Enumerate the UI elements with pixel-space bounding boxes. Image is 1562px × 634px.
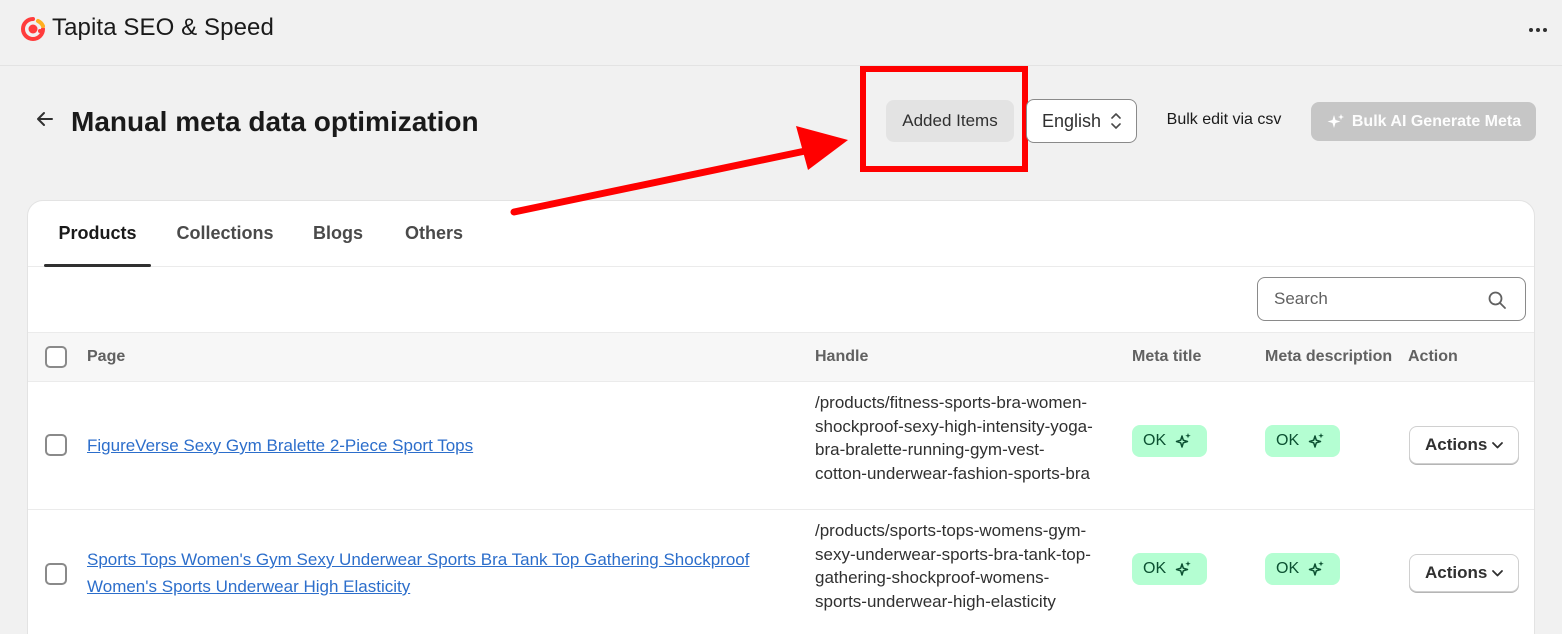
sparkle-icon — [1308, 433, 1324, 448]
column-header-meta-description: Meta description — [1265, 348, 1393, 365]
handle-line: cotton-underwear-fashion-sports-bra — [815, 463, 1090, 483]
page-link-line: Women's Sports Underwear High Elasticity — [87, 577, 411, 596]
table-row: FigureVerse Sexy Gym Bralette 2-Piece Sp… — [28, 382, 1534, 510]
sparkle-icon — [1327, 113, 1344, 128]
handle-text: /products/sports-tops-womens-gym- sexy-u… — [815, 519, 1125, 613]
status-text: OK — [1143, 432, 1167, 449]
table-header: Page Handle Meta title Meta description … — [28, 332, 1534, 382]
chevron-down-icon — [1492, 570, 1503, 577]
meta-title-status-badge[interactable]: OK — [1132, 553, 1207, 585]
status-text: OK — [1276, 432, 1300, 449]
handle-text: /products/fitness-sports-bra-women- shoc… — [815, 391, 1125, 485]
chevron-down-icon — [1492, 442, 1503, 449]
actions-dropdown-button[interactable]: Actions — [1409, 426, 1519, 464]
handle-line: shockproof-sexy-high-intensity-yoga- — [815, 416, 1093, 436]
sparkle-icon — [1308, 561, 1324, 576]
row-checkbox[interactable] — [45, 434, 67, 456]
search-placeholder: Search — [1274, 289, 1328, 308]
column-header-meta-title: Meta title — [1132, 348, 1202, 365]
sparkle-icon — [1175, 561, 1191, 576]
page-title: Manual meta data optimization — [71, 106, 479, 137]
page-link[interactable]: Sports Tops Women's Gym Sexy Underwear S… — [87, 546, 749, 600]
tab-others[interactable]: Others — [392, 201, 476, 266]
handle-line: /products/sports-tops-womens-gym- — [815, 521, 1087, 540]
status-text: OK — [1276, 560, 1300, 577]
language-select[interactable]: English — [1026, 99, 1137, 143]
tab-bar: Products Collections Blogs Others — [28, 201, 1534, 267]
added-items-button[interactable]: Added Items — [886, 100, 1014, 142]
table-row: Sports Tops Women's Gym Sexy Underwear S… — [28, 510, 1534, 634]
more-horizontal-icon[interactable] — [1526, 18, 1550, 42]
column-header-handle: Handle — [815, 348, 869, 365]
actions-label: Actions — [1425, 563, 1488, 582]
handle-line: /products/fitness-sports-bra-women- — [815, 393, 1088, 412]
bulk-ai-generate-button[interactable]: Bulk AI Generate Meta — [1311, 102, 1536, 141]
handle-line: sexy-underwear-sports-bra-tank-top- — [815, 544, 1091, 564]
column-header-page: Page — [87, 348, 126, 365]
content-card: Products Collections Blogs Others Search… — [27, 200, 1535, 634]
bulk-edit-csv-button[interactable]: Bulk edit via csv — [1152, 100, 1296, 140]
bulk-ai-generate-label: Bulk AI Generate Meta — [1351, 112, 1522, 130]
meta-title-status-badge[interactable]: OK — [1132, 425, 1207, 457]
page-link[interactable]: FigureVerse Sexy Gym Bralette 2-Piece Sp… — [87, 432, 473, 459]
page-link-line: Sports Tops Women's Gym Sexy Underwear S… — [87, 550, 750, 569]
status-text: OK — [1143, 560, 1167, 577]
tapita-logo — [21, 17, 45, 41]
meta-description-status-badge[interactable]: OK — [1265, 553, 1340, 585]
search-input[interactable]: Search — [1257, 277, 1526, 321]
actions-dropdown-button[interactable]: Actions — [1409, 554, 1519, 592]
search-icon — [1488, 291, 1506, 309]
arrow-left-icon[interactable] — [32, 106, 58, 132]
tab-products[interactable]: Products — [44, 201, 151, 267]
tab-blogs[interactable]: Blogs — [302, 201, 374, 266]
meta-description-status-badge[interactable]: OK — [1265, 425, 1340, 457]
app-header: Tapita SEO & Speed — [0, 0, 1562, 66]
row-checkbox[interactable] — [45, 563, 67, 585]
app-title: Tapita SEO & Speed — [52, 14, 274, 41]
actions-label: Actions — [1425, 435, 1488, 454]
sparkle-icon — [1175, 433, 1191, 448]
select-all-checkbox[interactable] — [45, 346, 67, 368]
handle-line: sports-underwear-high-elasticity — [815, 591, 1056, 611]
handle-line: bra-bralette-running-gym-vest- — [815, 440, 1045, 459]
chevron-up-down-icon — [1111, 113, 1121, 129]
language-select-value: English — [1042, 110, 1102, 131]
page-link-line: FigureVerse Sexy Gym Bralette 2-Piece Sp… — [87, 436, 474, 455]
column-header-action: Action — [1408, 348, 1458, 365]
handle-line: gathering-shockproof-womens- — [815, 568, 1050, 587]
tab-collections[interactable]: Collections — [166, 201, 284, 266]
